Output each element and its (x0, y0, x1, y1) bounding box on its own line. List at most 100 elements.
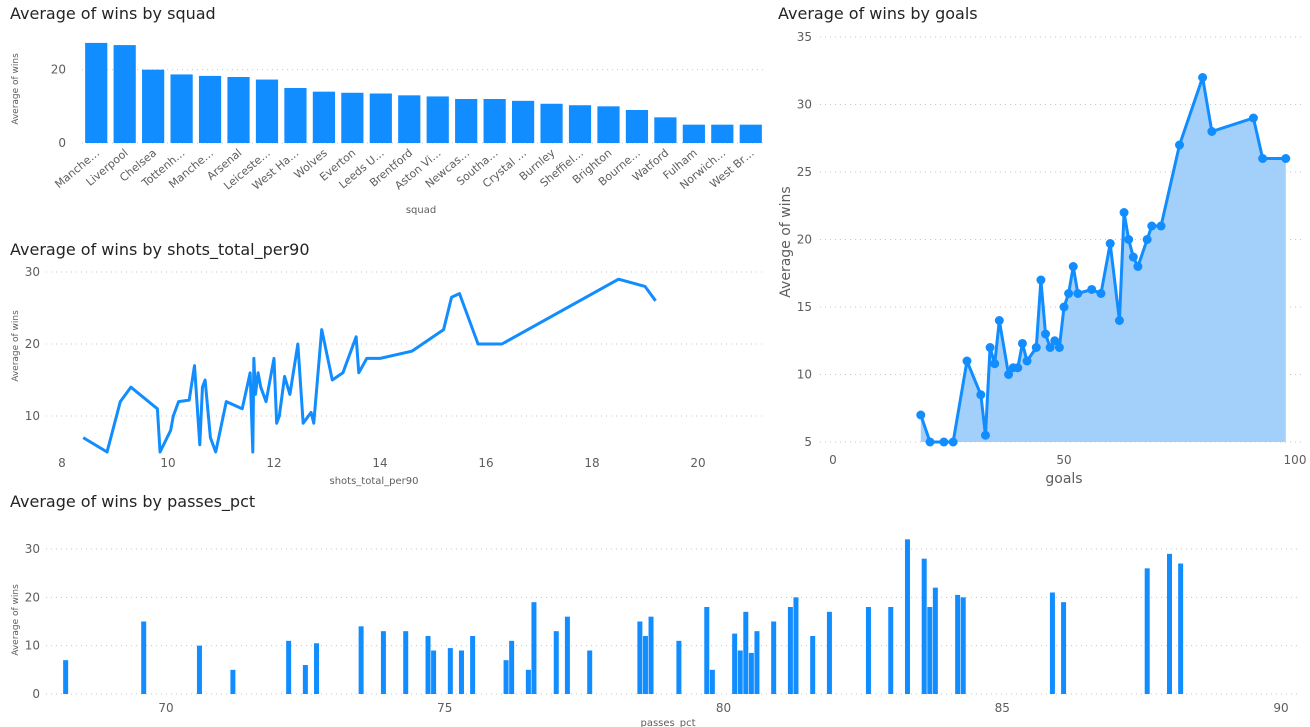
y-tick-label: 5 (804, 435, 812, 449)
bar (286, 640, 292, 694)
x-tick-label: 50 (1056, 453, 1071, 467)
data-point (1036, 275, 1046, 285)
bar (540, 103, 563, 143)
data-point (916, 410, 926, 420)
bar (170, 74, 193, 143)
data-point (948, 437, 958, 447)
bar (525, 669, 531, 694)
chart-panel-passes[interactable]: Average of wins by passes_pct 0 10 20 30 Ave… (0, 490, 1310, 727)
bar (737, 650, 743, 694)
bar (739, 124, 762, 143)
data-point (1064, 289, 1074, 298)
bar (1167, 553, 1172, 694)
chart-panel-goals[interactable]: Average of wins by goals 5 10 15 20 25 30 35 Av… (770, 0, 1310, 490)
x-tick-label: 18 (584, 456, 599, 470)
bar (654, 117, 677, 143)
data-point (1175, 140, 1184, 150)
bar (284, 88, 307, 143)
y-tick-label: 20 (25, 337, 40, 351)
bar (748, 652, 754, 694)
chart-panel-shots[interactable]: Average of wins by shots_total_per90 10 2… (0, 236, 770, 490)
bar (531, 602, 537, 694)
y-axis-label: Average of wins (11, 53, 21, 125)
data-point (925, 437, 935, 447)
bar (358, 626, 364, 694)
data-point (1041, 329, 1051, 339)
data-point (1054, 343, 1064, 352)
bar (711, 124, 734, 143)
data-point (994, 316, 1004, 325)
y-tick-label: 15 (797, 300, 812, 314)
data-point (1124, 235, 1134, 244)
data-point (1059, 302, 1069, 312)
data-point (1156, 221, 1166, 231)
data-point (1248, 113, 1258, 123)
bar (888, 607, 894, 694)
y-tick-label: 20 (51, 63, 66, 77)
data-point (1013, 363, 1023, 373)
data-point (1142, 235, 1152, 244)
data-point (962, 356, 972, 366)
bar (63, 660, 69, 694)
series-line (82, 277, 657, 454)
bar (425, 636, 431, 694)
bar (458, 650, 464, 694)
bar (455, 99, 478, 143)
data-point (1119, 208, 1129, 217)
data-point (1128, 252, 1138, 262)
data-point (1198, 73, 1208, 82)
bar (676, 640, 682, 694)
bar (1144, 568, 1150, 694)
x-tick-label: 8 (58, 456, 66, 470)
x-axis-label: shots_total_per90 (330, 476, 419, 487)
bar (682, 124, 705, 143)
bar (625, 110, 649, 143)
bar (503, 660, 509, 694)
data-point (985, 343, 995, 352)
x-tick-label: 20 (690, 456, 705, 470)
data-point (1022, 356, 1032, 366)
x-axis-label: goals (1045, 471, 1082, 487)
bar (642, 636, 648, 694)
bar (648, 616, 654, 694)
y-axis-label: Average of wins (11, 310, 21, 382)
bar (921, 558, 927, 694)
bar (754, 631, 760, 694)
bar (398, 95, 421, 143)
bar (597, 106, 620, 143)
bar (810, 636, 816, 694)
data-point (1114, 316, 1124, 325)
bar (960, 597, 966, 694)
bar (732, 633, 738, 694)
x-tick-label: 90 (1273, 701, 1288, 715)
data-point (1017, 338, 1027, 348)
bar (743, 611, 749, 694)
bar (113, 45, 136, 143)
bar (568, 105, 592, 143)
x-tick-label: 10 (160, 456, 175, 470)
bar (314, 643, 320, 694)
bar (787, 607, 793, 694)
data-point (1258, 154, 1268, 163)
y-tick-label: 35 (797, 30, 812, 44)
x-tick-label: 16 (478, 456, 493, 470)
data-point (939, 437, 949, 447)
data-point (1133, 262, 1143, 271)
data-point (1087, 284, 1097, 294)
bar (704, 607, 710, 694)
bar (955, 594, 961, 694)
bar (771, 621, 777, 694)
bar (380, 631, 386, 694)
bar (865, 607, 871, 694)
series-area (920, 77, 1286, 442)
bar (141, 621, 147, 694)
line-chart-shots: 10 20 30 Average of wins 8 10 12 14 16 18 20 shots_… (11, 265, 765, 487)
x-tick-label: 85 (995, 701, 1010, 715)
bar-chart-passes: 0 10 20 30 Average of wins 70 75 80 85 90 passes_p… (11, 539, 1300, 727)
x-tick-label: 12 (266, 456, 281, 470)
bar (512, 100, 535, 143)
area-chart-goals: 5 10 15 20 25 30 35 Average of wins 0 50 100 goals (778, 30, 1306, 487)
y-tick-label: 30 (797, 98, 812, 112)
bar (927, 607, 933, 694)
chart-panel-squad[interactable]: Average of wins by squad 0 20 Average of w… (0, 0, 770, 228)
